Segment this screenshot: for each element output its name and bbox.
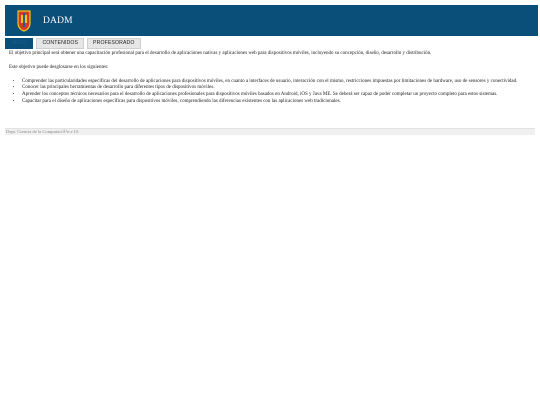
main-content: El objetivo principal será obtener una c… <box>9 51 531 106</box>
shield-logo-graphic <box>17 9 31 32</box>
shield-logo-icon[interactable] <box>17 9 31 32</box>
page: DADM INICIO CONTENIDOS PROFESORADO El ob… <box>0 0 540 405</box>
tab-profesorado[interactable]: PROFESORADO <box>87 38 141 49</box>
list-item: Aprender los conceptos técnicos necesari… <box>22 92 531 99</box>
site-title: DADM <box>43 15 73 26</box>
objectives-list: Comprender las particularidades específi… <box>9 79 531 106</box>
site-header: DADM <box>5 5 538 36</box>
site-footer: Dept. Ciencia de la ComputaciÃ³n e IA <box>5 128 535 135</box>
list-item: Conocer las principales herramientas de … <box>22 85 531 92</box>
tab-profesorado-label: PROFESORADO <box>93 40 135 46</box>
list-item: Capacitar para el diseño de aplicaciones… <box>22 99 531 106</box>
list-item: Comprender las particularidades específi… <box>22 79 531 86</box>
intro-paragraph: El objetivo principal será obtener una c… <box>9 51 432 56</box>
main-nav: INICIO CONTENIDOS PROFESORADO <box>5 38 141 49</box>
tab-inicio[interactable]: INICIO <box>5 38 34 49</box>
footer-text: Dept. Ciencia de la ComputaciÃ³n e IA <box>6 129 79 134</box>
tab-inicio-label: INICIO <box>11 40 28 46</box>
lead-paragraph: Este objetivo puede desglosarse en los s… <box>9 64 109 70</box>
tab-contenidos[interactable]: CONTENIDOS <box>36 38 85 49</box>
tab-contenidos-label: CONTENIDOS <box>42 40 79 46</box>
